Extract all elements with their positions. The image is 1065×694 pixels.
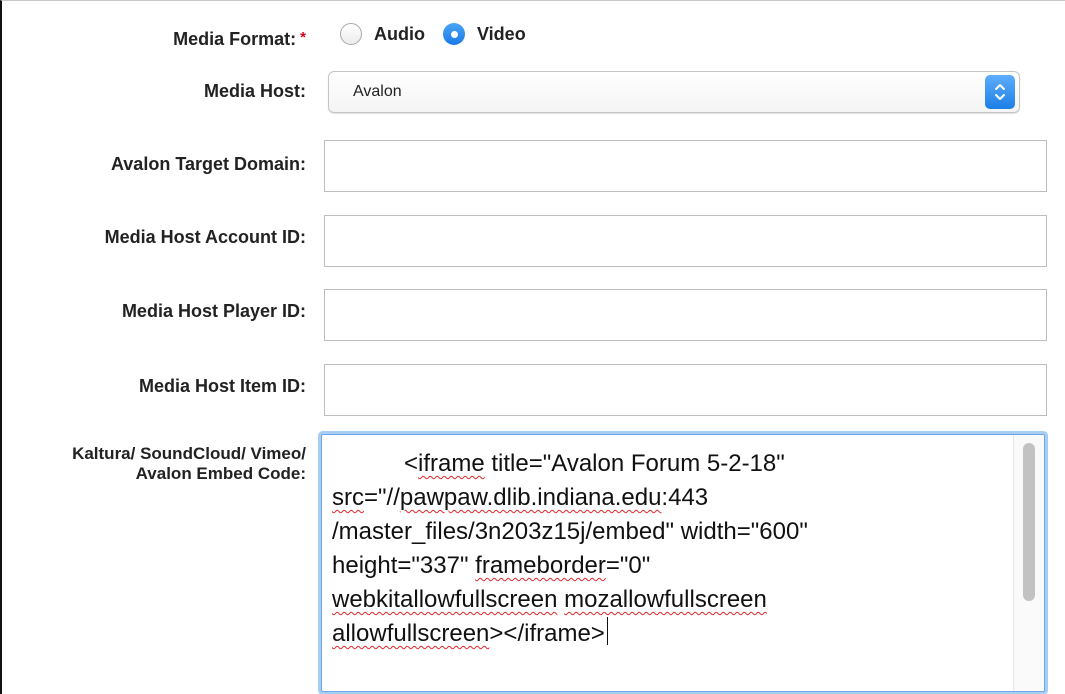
item-id-input[interactable] [324,364,1047,416]
embed-code-text[interactable]: <iframe title="Avalon Forum 5-2-18" src="… [332,447,1002,651]
player-id-input[interactable] [324,289,1047,341]
media-host-select[interactable]: Avalon [328,71,1020,113]
radio-video-label: Video [477,23,526,44]
embed-code-line: height="337" frameborder="0" [332,552,651,579]
spellcheck-word: allowfullscreen [332,620,490,647]
media-format-label: Media Format: * [173,29,306,49]
embed-code-line: allowfullscreen></iframe> [332,617,1002,651]
media-format-radio-group: Audio Video [340,19,526,49]
radio-video-circle[interactable] [443,23,465,45]
embed-code-line: <iframe title="Avalon Forum 5-2-18" [404,450,785,477]
radio-audio[interactable]: Audio [340,23,425,45]
radio-audio-circle[interactable] [340,23,362,45]
radio-video[interactable]: Video [443,23,526,45]
radio-audio-label: Audio [374,23,425,44]
spellcheck-word: frameborder [475,552,606,579]
target-domain-input[interactable] [324,140,1047,192]
text-caret [606,617,608,645]
spellcheck-word: pawpaw.dlib.indiana.edu [399,484,662,511]
embed-code-label: Kaltura/ SoundCloud/ Vimeo/ Avalon Embed… [72,444,306,483]
textarea-scrollbar[interactable] [1013,435,1044,691]
spellcheck-word: webkitallowfullscreen [332,586,558,613]
target-domain-label: Avalon Target Domain: [110,154,306,174]
player-id-label: Media Host Player ID: [121,301,306,321]
item-id-label: Media Host Item ID: [138,376,306,396]
embed-code-line: /master_files/3n203z15j/embed" width="60… [332,518,808,545]
account-id-input[interactable] [324,215,1047,267]
required-asterisk: * [300,29,306,46]
embed-code-textarea[interactable]: <iframe title="Avalon Forum 5-2-18" src="… [321,434,1045,692]
spellcheck-word: iframe [418,450,485,477]
spellcheck-word: mozallowfullscreen [564,586,767,613]
scrollbar-thumb[interactable] [1023,443,1035,601]
spellcheck-word: src [332,484,364,511]
media-host-selected-value: Avalon [353,83,402,100]
embed-code-line: webkitallowfullscreen mozallowfullscreen [332,583,1002,617]
media-host-label: Media Host: [203,81,306,101]
embed-code-line: src="//pawpaw.dlib.indiana.edu:443 [332,484,709,511]
account-id-label: Media Host Account ID: [104,227,306,247]
media-form: Media Format: * Audio Video Media Host: A… [0,0,1065,694]
chevron-up-down-icon[interactable] [985,75,1015,109]
